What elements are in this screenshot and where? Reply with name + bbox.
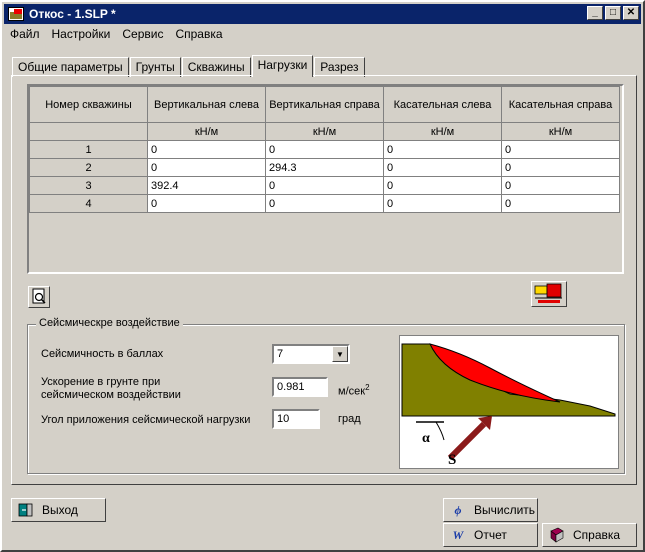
seismic-group-title: Сейсмическре воздействие [36,317,183,329]
tab-general[interactable]: Общие параметры [12,57,129,77]
magnifier-page-icon [32,288,46,304]
accel-unit: м/сек2 [338,381,370,399]
table-cell[interactable]: 0 [501,176,620,195]
accel-field[interactable]: 0.981 [272,377,328,397]
tab-loads[interactable]: Нагрузки [251,55,314,77]
chevron-down-icon[interactable]: ▼ [332,346,348,362]
loads-table: Номер скважины Вертикальная слева Вертик… [29,86,620,213]
menu-file[interactable]: Файл [10,27,40,41]
angle-field[interactable]: 10 [272,409,320,429]
row-number: 4 [29,194,148,213]
tab-section[interactable]: Разрез [314,57,365,77]
window-title: Откос - 1.SLP * [29,7,116,21]
intensity-label: Сейсмичность в баллах [41,348,164,360]
table-cell[interactable]: 0 [265,140,384,159]
unit-cell: кН/м [383,122,502,141]
table-cell[interactable]: 0 [147,194,266,213]
report-button[interactable]: W Отчет [443,523,538,547]
calculate-label: Вычислить [474,503,536,517]
loads-panel: Номер скважины Вертикальная слева Вертик… [11,75,637,485]
accel-label: Ускорение в грунте при сейсмическом возд… [41,376,181,402]
header-tangential-left: Касательная слева [383,86,502,123]
exit-button[interactable]: Выход [11,498,106,522]
help-button[interactable]: Справка [542,523,637,547]
word-document-icon: W [452,527,464,542]
seismic-diagram: α S [399,335,619,469]
intensity-combobox[interactable]: 7 ▼ [272,344,350,364]
exit-door-icon [18,502,34,518]
report-label: Отчет [474,528,507,542]
table-cell[interactable]: 0 [147,158,266,177]
main-window: Откос - 1.SLP * _ □ ✕ Файл Настройки Сер… [0,0,645,552]
calculate-icon: ϕ [454,502,462,517]
s-label: S [448,452,456,468]
accel-label-line1: Ускорение в грунте при [41,376,161,388]
table-cell[interactable]: 392.4 [147,176,266,195]
header-row: Номер скважины Вертикальная слева Вертик… [29,86,620,123]
title-bar[interactable]: Откос - 1.SLP * _ □ ✕ [4,4,641,24]
row-number: 3 [29,176,148,195]
menu-settings[interactable]: Настройки [52,27,111,41]
exit-label: Выход [42,503,78,517]
intensity-value: 7 [277,348,284,360]
unit-cell [29,122,148,141]
menu-help[interactable]: Справка [175,27,222,41]
table-cell[interactable]: 0 [265,194,384,213]
table-cell[interactable]: 0 [265,176,384,195]
calculate-button[interactable]: ϕ Вычислить [443,498,538,522]
angle-label: Угол приложения сейсмической нагрузки [41,414,251,426]
menu-bar: Файл Настройки Сервис Справка [4,25,641,43]
tab-boreholes[interactable]: Скважины [181,57,251,77]
table-cell[interactable]: 0 [501,194,620,213]
slope-diagram-svg: α S [401,343,616,468]
angle-unit: град [338,413,361,425]
header-borehole-number: Номер скважины [29,86,148,123]
row-number: 2 [29,158,148,177]
loads-grid[interactable]: Номер скважины Вертикальная слева Вертик… [27,84,624,274]
load-scheme-button[interactable] [531,281,567,307]
load-scheme-icon [534,283,562,303]
app-icon [8,7,24,21]
header-vertical-right: Вертикальная справа [265,86,384,123]
table-row: 3 392.4 0 0 0 [29,176,620,195]
unit-cell: кН/м [265,122,384,141]
table-cell[interactable]: 0 [501,158,620,177]
units-row: кН/м кН/м кН/м кН/м [29,122,620,141]
table-cell[interactable]: 0 [383,140,502,159]
table-row: 2 0 294.3 0 0 [29,158,620,177]
tab-soils[interactable]: Грунты [129,57,181,77]
maximize-button[interactable]: □ [605,6,621,20]
table-cell[interactable]: 294.3 [265,158,384,177]
unit-cell: кН/м [501,122,620,141]
table-cell[interactable]: 0 [147,140,266,159]
help-label: Справка [573,528,621,542]
unit-cell: кН/м [147,122,266,141]
minimize-button[interactable]: _ [587,6,603,20]
accel-label-line2: сейсмическом воздействии [41,389,181,401]
tab-strip: Общие параметры Грунты Скважины Нагрузки… [12,55,366,77]
table-cell[interactable]: 0 [383,176,502,195]
row-number: 1 [29,140,148,159]
table-row: 4 0 0 0 0 [29,194,620,213]
close-button[interactable]: ✕ [623,6,639,20]
accel-unit-text: м/сек [338,385,366,398]
table-cell[interactable]: 0 [383,158,502,177]
table-cell[interactable]: 0 [383,194,502,213]
alpha-label: α [422,431,430,446]
menu-service[interactable]: Сервис [122,27,163,41]
seismic-groupbox: Сейсмическре воздействие Сейсмичность в … [27,317,625,474]
table-row: 1 0 0 0 0 [29,140,620,159]
accel-unit-sup: 2 [365,383,370,392]
preview-button[interactable] [28,286,50,308]
header-tangential-right: Касательная справа [501,86,620,123]
header-vertical-left: Вертикальная слева [147,86,266,123]
table-cell[interactable]: 0 [501,140,620,159]
help-book-icon [549,527,565,543]
